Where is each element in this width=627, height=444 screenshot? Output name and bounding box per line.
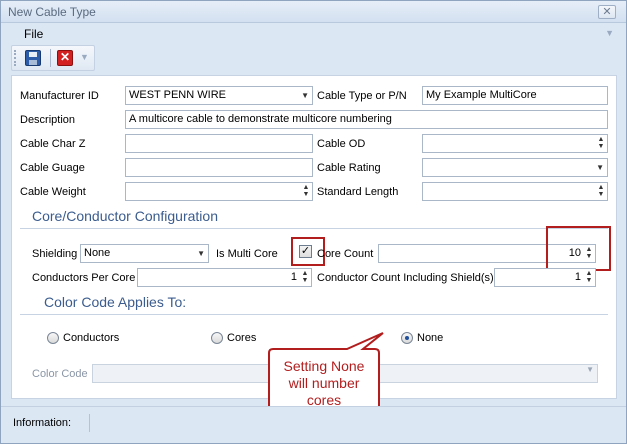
cable-guage-label: Cable Guage: [20, 162, 85, 174]
conductor-count-shield-value: 1: [574, 271, 581, 283]
conductors-per-core-spinner[interactable]: 1 ▲ ▼: [137, 268, 312, 287]
cable-rating-label: Cable Rating: [317, 162, 381, 174]
is-multi-core-label: Is Multi Core: [216, 248, 278, 260]
radio-none-label[interactable]: None: [417, 332, 443, 344]
description-label: Description: [20, 114, 76, 126]
toolbar-dropdown-icon[interactable]: ▼: [80, 52, 89, 62]
standard-length-label: Standard Length: [317, 186, 399, 198]
cable-char-z-label: Cable Char Z: [20, 138, 86, 150]
spinner-arrows-icon[interactable]: ▲ ▼: [301, 270, 309, 285]
spinner-arrows-icon[interactable]: ▲ ▼: [597, 136, 605, 151]
cable-weight-label: Cable Weight: [20, 186, 86, 198]
window-title: New Cable Type: [8, 5, 96, 19]
title-bar: New Cable Type ✕: [1, 1, 626, 23]
cancel-icon[interactable]: ✕: [57, 50, 73, 66]
radio-conductors[interactable]: [47, 332, 59, 344]
save-icon[interactable]: [25, 50, 41, 66]
chevron-down-icon[interactable]: ▼: [301, 87, 309, 104]
cable-type-input[interactable]: My Example MultiCore: [422, 86, 608, 105]
cable-guage-input[interactable]: [125, 158, 313, 177]
radio-cores-label[interactable]: Cores: [227, 332, 256, 344]
manufacturer-id-value: WEST PENN WIRE: [129, 89, 226, 101]
cable-char-z-input[interactable]: [125, 134, 313, 153]
status-bar: Information:: [1, 406, 626, 443]
conductors-per-core-value: 1: [290, 271, 297, 283]
dialog-window: New Cable Type ✕ File ▼ ✕ ▼ Manufacturer…: [0, 0, 627, 444]
description-input[interactable]: A multicore cable to demonstrate multico…: [125, 110, 608, 129]
information-label: Information:: [13, 417, 72, 429]
color-code-section-title: Color Code Applies To:: [44, 294, 187, 310]
radio-cores[interactable]: [211, 332, 223, 344]
close-button[interactable]: ✕: [598, 5, 616, 19]
manufacturer-id-select[interactable]: WEST PENN WIRE ▼: [125, 86, 313, 105]
cable-type-label: Cable Type or P/N: [317, 90, 407, 102]
menu-file[interactable]: File: [24, 27, 43, 41]
color-code-label: Color Code: [32, 368, 88, 380]
spinner-arrows-icon[interactable]: ▲ ▼: [597, 184, 605, 199]
manufacturer-id-label: Manufacturer ID: [20, 90, 99, 102]
spinner-arrows-icon[interactable]: ▲ ▼: [302, 184, 310, 199]
shielding-label: Shielding: [32, 248, 78, 260]
cable-type-value: My Example MultiCore: [426, 89, 537, 101]
radio-conductors-label[interactable]: Conductors: [63, 332, 119, 344]
cable-weight-spinner[interactable]: ▲ ▼: [125, 182, 313, 201]
status-separator: [89, 414, 90, 432]
menu-bar: File ▼: [1, 24, 626, 44]
core-count-label: Core Count: [317, 248, 374, 260]
section-divider: [20, 228, 608, 229]
chevron-down-icon[interactable]: ▼: [596, 159, 604, 176]
core-section-title: Core/Conductor Configuration: [32, 208, 218, 224]
cable-rating-select[interactable]: ▼: [422, 158, 608, 177]
shielding-value: None: [84, 247, 111, 259]
conductor-count-shield-label: Conductor Count Including Shield(s): [317, 272, 494, 284]
core-count-highlight: [546, 226, 611, 271]
toolbar-separator: [50, 49, 51, 67]
menu-overflow-icon[interactable]: ▼: [605, 28, 614, 38]
check-icon: ✓: [300, 245, 311, 257]
toolbar-grip-icon[interactable]: [14, 50, 17, 66]
is-multi-core-checkbox[interactable]: ✓: [299, 245, 312, 258]
callout-line-1: Setting None: [284, 358, 365, 374]
conductors-per-core-label: Conductors Per Core: [32, 272, 136, 284]
radio-none[interactable]: [401, 332, 413, 344]
close-icon: ✕: [602, 6, 612, 18]
callout-line-2: will number: [288, 375, 360, 391]
section-divider: [20, 314, 608, 315]
chevron-down-icon[interactable]: ▼: [586, 365, 594, 374]
chevron-down-icon[interactable]: ▼: [197, 245, 205, 262]
spinner-arrows-icon[interactable]: ▲ ▼: [585, 270, 593, 285]
description-value: A multicore cable to demonstrate multico…: [129, 113, 392, 125]
conductor-count-shield-spinner[interactable]: 1 ▲ ▼: [494, 268, 596, 287]
cable-od-label: Cable OD: [317, 138, 366, 150]
standard-length-spinner[interactable]: ▲ ▼: [422, 182, 608, 201]
shielding-select[interactable]: None ▼: [80, 244, 209, 263]
cable-od-spinner[interactable]: ▲ ▼: [422, 134, 608, 153]
toolbar: ✕ ▼: [11, 45, 95, 71]
